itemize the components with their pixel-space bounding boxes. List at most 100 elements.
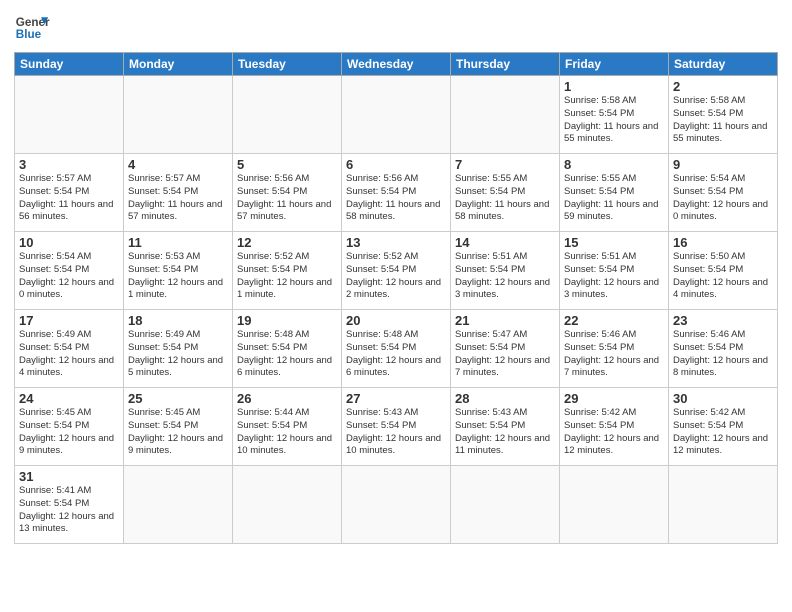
- weekday-header-row: SundayMondayTuesdayWednesdayThursdayFrid…: [15, 53, 778, 76]
- day-number: 19: [237, 313, 337, 328]
- day-info: Sunrise: 5:43 AM Sunset: 5:54 PM Dayligh…: [455, 407, 555, 458]
- calendar-cell: 5Sunrise: 5:56 AM Sunset: 5:54 PM Daylig…: [233, 154, 342, 232]
- calendar-cell: 31Sunrise: 5:41 AM Sunset: 5:54 PM Dayli…: [15, 466, 124, 544]
- day-info: Sunrise: 5:58 AM Sunset: 5:54 PM Dayligh…: [673, 95, 773, 146]
- calendar-cell: 6Sunrise: 5:56 AM Sunset: 5:54 PM Daylig…: [342, 154, 451, 232]
- day-info: Sunrise: 5:48 AM Sunset: 5:54 PM Dayligh…: [237, 329, 337, 380]
- calendar-cell: 23Sunrise: 5:46 AM Sunset: 5:54 PM Dayli…: [669, 310, 778, 388]
- day-number: 4: [128, 157, 228, 172]
- calendar-cell: [669, 466, 778, 544]
- day-number: 24: [19, 391, 119, 406]
- day-info: Sunrise: 5:44 AM Sunset: 5:54 PM Dayligh…: [237, 407, 337, 458]
- day-info: Sunrise: 5:56 AM Sunset: 5:54 PM Dayligh…: [237, 173, 337, 224]
- calendar-header: SundayMondayTuesdayWednesdayThursdayFrid…: [15, 53, 778, 76]
- calendar-cell: 10Sunrise: 5:54 AM Sunset: 5:54 PM Dayli…: [15, 232, 124, 310]
- weekday-header-monday: Monday: [124, 53, 233, 76]
- day-number: 22: [564, 313, 664, 328]
- calendar-cell: 8Sunrise: 5:55 AM Sunset: 5:54 PM Daylig…: [560, 154, 669, 232]
- day-number: 26: [237, 391, 337, 406]
- day-number: 13: [346, 235, 446, 250]
- calendar-cell: 13Sunrise: 5:52 AM Sunset: 5:54 PM Dayli…: [342, 232, 451, 310]
- day-number: 8: [564, 157, 664, 172]
- calendar-table: SundayMondayTuesdayWednesdayThursdayFrid…: [14, 52, 778, 544]
- calendar-cell: 16Sunrise: 5:50 AM Sunset: 5:54 PM Dayli…: [669, 232, 778, 310]
- calendar-week-6: 31Sunrise: 5:41 AM Sunset: 5:54 PM Dayli…: [15, 466, 778, 544]
- header: General Blue: [14, 10, 778, 46]
- day-info: Sunrise: 5:42 AM Sunset: 5:54 PM Dayligh…: [564, 407, 664, 458]
- calendar-cell: 15Sunrise: 5:51 AM Sunset: 5:54 PM Dayli…: [560, 232, 669, 310]
- day-number: 18: [128, 313, 228, 328]
- calendar-cell: 4Sunrise: 5:57 AM Sunset: 5:54 PM Daylig…: [124, 154, 233, 232]
- calendar-cell: 28Sunrise: 5:43 AM Sunset: 5:54 PM Dayli…: [451, 388, 560, 466]
- weekday-header-wednesday: Wednesday: [342, 53, 451, 76]
- day-info: Sunrise: 5:52 AM Sunset: 5:54 PM Dayligh…: [237, 251, 337, 302]
- calendar-cell: 29Sunrise: 5:42 AM Sunset: 5:54 PM Dayli…: [560, 388, 669, 466]
- day-info: Sunrise: 5:50 AM Sunset: 5:54 PM Dayligh…: [673, 251, 773, 302]
- day-info: Sunrise: 5:55 AM Sunset: 5:54 PM Dayligh…: [564, 173, 664, 224]
- day-info: Sunrise: 5:47 AM Sunset: 5:54 PM Dayligh…: [455, 329, 555, 380]
- day-number: 3: [19, 157, 119, 172]
- calendar-cell: [15, 76, 124, 154]
- day-number: 1: [564, 79, 664, 94]
- logo-icon: General Blue: [14, 10, 50, 46]
- calendar-cell: 30Sunrise: 5:42 AM Sunset: 5:54 PM Dayli…: [669, 388, 778, 466]
- day-number: 11: [128, 235, 228, 250]
- day-info: Sunrise: 5:41 AM Sunset: 5:54 PM Dayligh…: [19, 485, 119, 536]
- day-info: Sunrise: 5:45 AM Sunset: 5:54 PM Dayligh…: [19, 407, 119, 458]
- day-number: 7: [455, 157, 555, 172]
- weekday-header-sunday: Sunday: [15, 53, 124, 76]
- calendar-cell: [342, 466, 451, 544]
- day-info: Sunrise: 5:57 AM Sunset: 5:54 PM Dayligh…: [19, 173, 119, 224]
- day-number: 21: [455, 313, 555, 328]
- day-number: 29: [564, 391, 664, 406]
- day-number: 10: [19, 235, 119, 250]
- day-number: 25: [128, 391, 228, 406]
- day-info: Sunrise: 5:57 AM Sunset: 5:54 PM Dayligh…: [128, 173, 228, 224]
- calendar-cell: [124, 466, 233, 544]
- day-number: 28: [455, 391, 555, 406]
- day-number: 16: [673, 235, 773, 250]
- calendar-cell: 3Sunrise: 5:57 AM Sunset: 5:54 PM Daylig…: [15, 154, 124, 232]
- day-number: 14: [455, 235, 555, 250]
- calendar-week-2: 3Sunrise: 5:57 AM Sunset: 5:54 PM Daylig…: [15, 154, 778, 232]
- logo: General Blue: [14, 10, 50, 46]
- day-info: Sunrise: 5:49 AM Sunset: 5:54 PM Dayligh…: [19, 329, 119, 380]
- calendar-cell: 9Sunrise: 5:54 AM Sunset: 5:54 PM Daylig…: [669, 154, 778, 232]
- calendar-cell: 12Sunrise: 5:52 AM Sunset: 5:54 PM Dayli…: [233, 232, 342, 310]
- day-info: Sunrise: 5:46 AM Sunset: 5:54 PM Dayligh…: [564, 329, 664, 380]
- calendar-cell: 21Sunrise: 5:47 AM Sunset: 5:54 PM Dayli…: [451, 310, 560, 388]
- day-number: 17: [19, 313, 119, 328]
- day-info: Sunrise: 5:51 AM Sunset: 5:54 PM Dayligh…: [564, 251, 664, 302]
- day-info: Sunrise: 5:49 AM Sunset: 5:54 PM Dayligh…: [128, 329, 228, 380]
- calendar-cell: [342, 76, 451, 154]
- day-info: Sunrise: 5:58 AM Sunset: 5:54 PM Dayligh…: [564, 95, 664, 146]
- calendar-cell: 14Sunrise: 5:51 AM Sunset: 5:54 PM Dayli…: [451, 232, 560, 310]
- weekday-header-thursday: Thursday: [451, 53, 560, 76]
- calendar-cell: 2Sunrise: 5:58 AM Sunset: 5:54 PM Daylig…: [669, 76, 778, 154]
- weekday-header-friday: Friday: [560, 53, 669, 76]
- weekday-header-tuesday: Tuesday: [233, 53, 342, 76]
- day-info: Sunrise: 5:54 AM Sunset: 5:54 PM Dayligh…: [19, 251, 119, 302]
- day-info: Sunrise: 5:46 AM Sunset: 5:54 PM Dayligh…: [673, 329, 773, 380]
- day-number: 30: [673, 391, 773, 406]
- day-number: 15: [564, 235, 664, 250]
- calendar-cell: [124, 76, 233, 154]
- calendar-cell: 1Sunrise: 5:58 AM Sunset: 5:54 PM Daylig…: [560, 76, 669, 154]
- calendar-cell: 26Sunrise: 5:44 AM Sunset: 5:54 PM Dayli…: [233, 388, 342, 466]
- day-number: 2: [673, 79, 773, 94]
- calendar-cell: 24Sunrise: 5:45 AM Sunset: 5:54 PM Dayli…: [15, 388, 124, 466]
- calendar-cell: 19Sunrise: 5:48 AM Sunset: 5:54 PM Dayli…: [233, 310, 342, 388]
- calendar-cell: [233, 466, 342, 544]
- page: General Blue SundayMondayTuesdayWednesda…: [0, 0, 792, 612]
- day-info: Sunrise: 5:43 AM Sunset: 5:54 PM Dayligh…: [346, 407, 446, 458]
- svg-text:Blue: Blue: [16, 28, 42, 41]
- day-number: 12: [237, 235, 337, 250]
- calendar-cell: [560, 466, 669, 544]
- calendar-cell: 7Sunrise: 5:55 AM Sunset: 5:54 PM Daylig…: [451, 154, 560, 232]
- day-info: Sunrise: 5:56 AM Sunset: 5:54 PM Dayligh…: [346, 173, 446, 224]
- day-number: 23: [673, 313, 773, 328]
- calendar-cell: [233, 76, 342, 154]
- weekday-header-saturday: Saturday: [669, 53, 778, 76]
- day-number: 9: [673, 157, 773, 172]
- day-info: Sunrise: 5:51 AM Sunset: 5:54 PM Dayligh…: [455, 251, 555, 302]
